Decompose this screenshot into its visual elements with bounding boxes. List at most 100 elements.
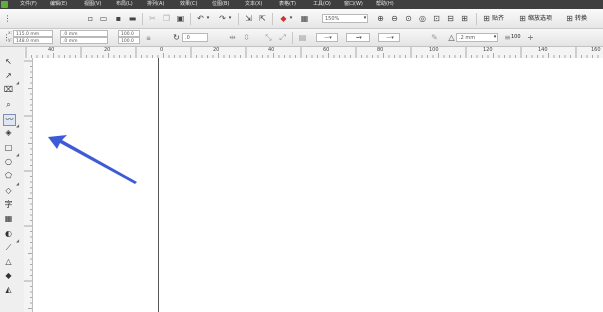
ruler-label: 60 [323,47,330,53]
width-field[interactable]: .0 mm [60,30,108,37]
dynamic-guides-icon[interactable]: ⊞ [518,14,527,23]
eyedropper-tool-icon[interactable]: ⟋ [3,243,14,253]
ruler-ticks [25,47,599,58]
stepper-icon[interactable]: ÷ [526,33,535,42]
print-icon[interactable]: ▬ [128,14,137,23]
ellipse-tool-icon[interactable]: ○ [3,157,14,167]
end-arrowhead-select[interactable]: —▾ [378,33,400,42]
menu-view[interactable]: 视图(V) [84,0,101,9]
application-launcher-icon[interactable]: ◆ [279,14,288,23]
text-tool-icon[interactable]: 字 [3,200,14,210]
snap-icon[interactable]: ⊞ [482,14,491,23]
flyout-arrow-icon[interactable]: ◢ [16,153,19,157]
lock-ratio-icon[interactable]: 🔒︎ [144,33,153,42]
zoom-out-icon[interactable]: ⊖ [390,14,399,23]
new-document-icon[interactable]: ▫ [86,14,95,23]
interactive-blend-tool-icon[interactable]: ◐ [3,229,14,239]
y-position-field[interactable]: 148.0 mm [13,37,53,44]
separator [272,13,273,25]
convert-label[interactable]: 转换 [575,14,587,23]
flyout-arrow-icon[interactable]: ◢ [16,81,19,85]
menu-edit[interactable]: 编辑(E) [50,0,67,9]
flyout-arrow-icon[interactable]: ◢ [16,124,19,128]
outline-tool-icon[interactable]: △ [3,257,14,267]
outline-pen-icon[interactable]: ✎ [430,33,439,42]
mirror-horizontal-icon[interactable]: ⇹ [228,33,237,42]
menu-arrange[interactable]: 排列(A) [147,0,164,9]
fill-tool-icon[interactable]: ◆ [3,271,14,281]
paste-icon[interactable]: ▣ [176,14,185,23]
mirror-vertical-icon[interactable]: ⇳ [242,33,251,42]
welcome-screen-icon[interactable]: ▦ [300,14,309,23]
scale-y-field[interactable]: 100.0 [118,37,140,44]
outline-width-icon[interactable]: △ [447,33,456,42]
undo-icon[interactable]: ↶ [196,14,205,23]
zoom-in-icon[interactable]: ⊕ [376,14,385,23]
undo-dropdown-icon[interactable]: ▾ [205,14,211,23]
menu-bitmaps[interactable]: 位图(B) [212,0,229,9]
ruler-label: 0 [160,47,164,53]
ruler-label: 40 [268,47,275,53]
shape-tool-icon[interactable]: ↗ [3,71,14,81]
redo-icon[interactable]: ↷ [218,14,227,23]
menu-text[interactable]: 文本(X) [245,0,262,9]
zoom-height-icon[interactable]: ⊞ [460,14,469,23]
flyout-arrow-icon[interactable]: ◢ [16,239,19,243]
ruler-label: 100 [429,47,439,53]
launcher-dropdown-icon[interactable]: ▾ [288,14,294,23]
open-icon[interactable]: ▭ [99,14,108,23]
zoom-page-icon[interactable]: ⊡ [432,14,441,23]
height-field[interactable]: .0 mm [60,37,108,44]
scale-x-field[interactable]: 100.0 [118,30,140,37]
line-style-select[interactable]: ━▾ [346,33,370,42]
snap-to-label[interactable]: 贴齐 [492,14,504,23]
copy-icon[interactable]: ❐ [162,14,171,23]
rectangle-tool-icon[interactable]: □ [3,143,14,153]
rotation-field[interactable]: .0 [182,33,208,42]
freehand-tool-icon[interactable]: 〰 [3,114,16,126]
separator [190,13,191,25]
smart-fill-tool-icon[interactable]: ◈ [3,128,14,138]
zoom-width-icon[interactable]: ⊟ [446,14,455,23]
to-curves-icon[interactable]: ⤡ [264,33,273,42]
separator [238,13,239,25]
y-axis-label: y: [8,38,12,43]
separator [292,32,293,44]
pick-tool-icon[interactable]: ↖ [3,57,14,67]
save-icon[interactable]: ▪ [114,14,123,23]
table-tool-icon[interactable]: ▦ [3,214,14,224]
outline-width-dropdown-icon[interactable]: ▾ [492,33,498,42]
interactive-fill-tool-icon[interactable]: ◭ [3,285,14,295]
options-label[interactable]: 缩放选项 [528,14,552,23]
cut-icon[interactable]: ✂ [148,14,157,23]
zoom-all-icon[interactable]: ◎ [418,14,427,23]
menu-table[interactable]: 表格(T) [279,0,296,9]
convert-icon[interactable]: ⊞ [565,14,574,23]
separator [142,13,143,25]
menu-window[interactable]: 窗口(W) [344,0,363,9]
export-icon[interactable]: ⇱ [258,14,267,23]
menu-file[interactable]: 文件(F) [20,0,37,9]
basic-shapes-tool-icon[interactable]: ◇ [3,186,14,196]
line-scale-value[interactable]: 100 [511,33,521,42]
vertical-ruler[interactable] [24,58,33,312]
menu-effects[interactable]: 效果(C) [180,0,197,9]
redo-dropdown-icon[interactable]: ▾ [227,14,233,23]
ruler-label: 140 [538,47,548,53]
rotation-icon[interactable]: ↻ [172,33,181,42]
x-position-field[interactable]: 115.0 mm [13,30,53,37]
zoom-dropdown-icon[interactable]: ▾ [362,14,368,23]
annotation-arrow [48,135,137,184]
menu-help[interactable]: 帮助(H) [376,0,394,9]
import-icon[interactable]: ⇲ [244,14,253,23]
crop-tool-icon[interactable]: ⌧ [3,85,14,95]
polygon-tool-icon[interactable]: ⬠ [3,171,14,181]
zoom-selected-icon[interactable]: ⊙ [404,14,413,23]
edit-shape-icon[interactable]: ⤢ [278,33,287,42]
start-arrowhead-select[interactable]: —▾ [316,33,338,42]
flyout-arrow-icon[interactable]: ◢ [16,182,19,186]
wrap-text-icon[interactable]: ▤ [298,33,307,42]
zoom-tool-icon[interactable]: ⌕ [3,100,14,110]
menu-layout[interactable]: 布局(L) [116,0,133,9]
menu-tools[interactable]: 工具(O) [313,0,331,9]
